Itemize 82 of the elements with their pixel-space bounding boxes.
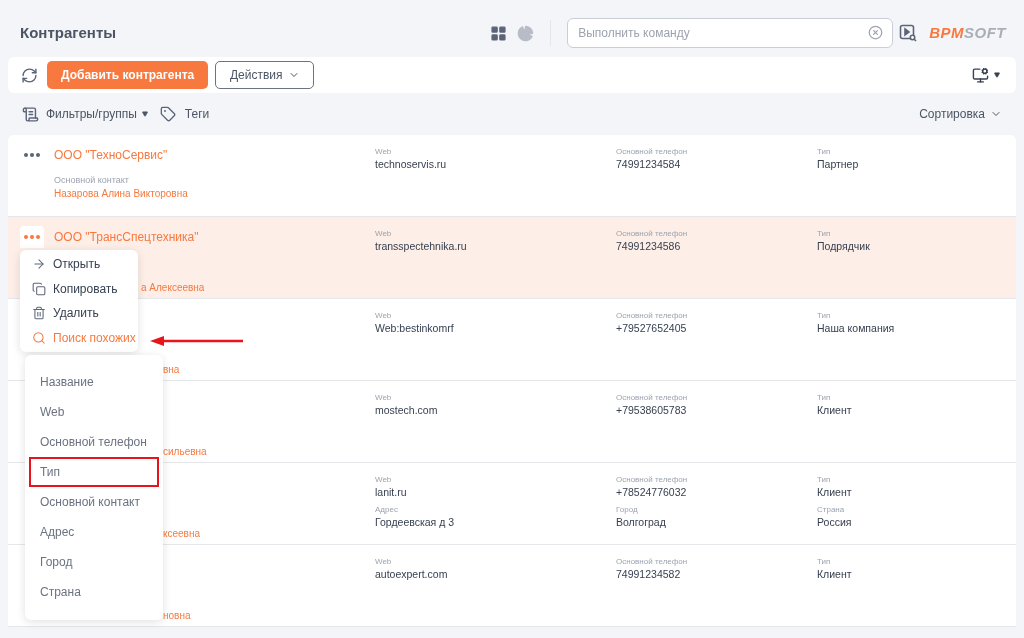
field-label: Web bbox=[375, 392, 392, 403]
menu-item[interactable]: Тип bbox=[29, 457, 159, 487]
page-title: Контрагенты bbox=[20, 22, 117, 43]
field-label: Тип bbox=[817, 228, 831, 239]
menu-item[interactable]: Страна bbox=[29, 577, 159, 607]
field-label: Адрес bbox=[375, 504, 398, 515]
field-label: Основной телефон bbox=[616, 146, 688, 157]
account-name-link[interactable]: ООО "ТехноСервис" bbox=[54, 146, 168, 164]
ellipsis-icon bbox=[24, 235, 40, 239]
menu-item[interactable]: Копировать bbox=[20, 276, 138, 301]
video-search-icon[interactable] bbox=[899, 24, 918, 42]
field-label: Основной контакт bbox=[54, 174, 130, 186]
field-label: Основной телефон bbox=[616, 474, 688, 485]
field-label: Web bbox=[375, 228, 392, 239]
field-value: 74991234584 bbox=[616, 157, 681, 172]
field-value: Гордеевская д 3 bbox=[375, 515, 455, 530]
logo: BPMSOFT bbox=[929, 22, 1006, 43]
tags-button[interactable]: Теги bbox=[184, 105, 210, 123]
field-value: transspectehnika.ru bbox=[375, 239, 467, 254]
field-label: Страна bbox=[817, 504, 845, 515]
field-value: technoservis.ru bbox=[375, 157, 447, 172]
field-value: Клиент bbox=[817, 567, 852, 582]
field-label: Основной телефон bbox=[616, 228, 688, 239]
ellipsis-icon bbox=[24, 153, 40, 157]
monitor-gear-icon[interactable] bbox=[972, 66, 989, 84]
field-label: Тип bbox=[817, 146, 831, 157]
menu-item[interactable]: Адрес bbox=[29, 517, 159, 547]
field-value: Подрядчик bbox=[817, 239, 870, 254]
field-label: Основной телефон bbox=[616, 556, 688, 567]
field-value: Клиент bbox=[817, 403, 852, 418]
field-label: Основной телефон bbox=[616, 310, 688, 321]
tag-icon[interactable] bbox=[159, 106, 176, 122]
search-icon bbox=[32, 330, 46, 345]
field-value: lanit.ru bbox=[375, 485, 407, 500]
contact-link[interactable]: вна bbox=[163, 364, 180, 375]
copy-icon bbox=[32, 281, 46, 296]
menu-item[interactable]: Web bbox=[29, 397, 159, 427]
refresh-icon[interactable] bbox=[21, 66, 38, 84]
field-value: mostech.com bbox=[375, 403, 438, 418]
field-label: Тип bbox=[817, 556, 831, 567]
field-value: +79538605783 bbox=[616, 403, 687, 418]
menu-item[interactable]: Основной телефон bbox=[29, 427, 159, 457]
caret-icon[interactable] bbox=[994, 72, 1000, 78]
grid-view-icon[interactable] bbox=[490, 24, 508, 42]
field-label: Web bbox=[375, 310, 392, 321]
menu-item[interactable]: Удалить bbox=[20, 301, 138, 326]
contact-link[interactable]: сильевна bbox=[163, 446, 207, 457]
list-icon[interactable] bbox=[22, 105, 39, 123]
field-value: autoexpert.com bbox=[375, 567, 448, 582]
field-value: Россия bbox=[817, 515, 852, 530]
menu-item[interactable]: Город bbox=[29, 547, 159, 577]
contact-link[interactable]: Назарова Алина Викторовна bbox=[54, 186, 188, 202]
field-label: Web bbox=[375, 556, 392, 567]
command-field[interactable]: Выполнить команду bbox=[567, 18, 894, 48]
field-label: Тип bbox=[817, 310, 831, 321]
field-value: Клиент bbox=[817, 485, 852, 500]
field-label: Web bbox=[375, 146, 392, 157]
field-value: Web:bestinkomrf bbox=[375, 321, 454, 336]
field-value: 74991234582 bbox=[616, 567, 681, 582]
field-label: Тип bbox=[817, 474, 831, 485]
contact-link[interactable]: новна bbox=[163, 610, 191, 621]
field-label: Web bbox=[375, 474, 392, 485]
field-value: +78524776032 bbox=[616, 485, 687, 500]
add-account-button[interactable]: Добавить контрагента bbox=[47, 61, 209, 89]
actions-button[interactable]: Действия bbox=[215, 61, 315, 89]
menu-item[interactable]: Поиск похожих bbox=[20, 325, 138, 350]
field-value: Волгоград bbox=[616, 515, 666, 530]
filters-groups-button[interactable]: Фильтры/группы bbox=[46, 105, 148, 123]
field-value: +79527652405 bbox=[616, 321, 687, 336]
menu-item[interactable]: Основной контакт bbox=[29, 487, 159, 517]
more-button[interactable] bbox=[20, 226, 44, 248]
sort-button[interactable]: Сортировка bbox=[919, 105, 1002, 123]
field-value: Наша компания bbox=[817, 321, 895, 336]
field-label: Основной телефон bbox=[616, 392, 688, 403]
field-label: Город bbox=[616, 504, 638, 515]
trash-icon bbox=[32, 306, 46, 321]
field-value: 74991234586 bbox=[616, 239, 681, 254]
contact-link[interactable]: ксеевна bbox=[163, 528, 200, 539]
field-label: Тип bbox=[817, 392, 831, 403]
field-value: Партнер bbox=[817, 157, 859, 172]
caret-icon bbox=[141, 111, 148, 117]
menu-item[interactable]: Открыть bbox=[20, 252, 138, 277]
